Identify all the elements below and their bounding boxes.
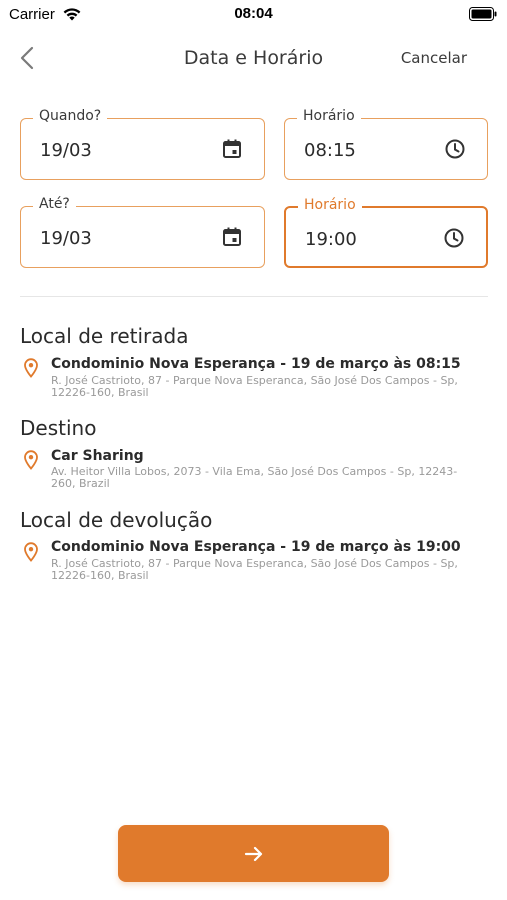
arrow-right-icon	[244, 846, 263, 862]
nav-bar: Data e Horário Cancelar	[0, 36, 507, 80]
field-label: Até?	[33, 196, 76, 212]
map-pin-icon	[24, 542, 38, 562]
pickup-place-address: R. José Castrioto, 87 - Parque Nova Espe…	[51, 374, 458, 399]
map-pin-icon	[24, 358, 38, 378]
screen: Carrier 08:04 Data e Horário Cancelar Qu…	[0, 0, 507, 900]
pickup-section-title: Local de retirada	[20, 324, 189, 348]
map-pin-icon	[24, 450, 38, 470]
cancel-button[interactable]: Cancelar	[401, 49, 467, 67]
next-button[interactable]	[118, 825, 389, 882]
field-label: Quando?	[33, 108, 108, 124]
clock-icon	[444, 228, 464, 248]
back-button[interactable]	[14, 44, 42, 72]
return-place-name: Condominio Nova Esperança - 19 de março …	[51, 539, 461, 555]
status-time: 08:04	[234, 5, 273, 22]
field-value: 19/03	[40, 228, 92, 249]
destination-place-address: Av. Heitor Villa Lobos, 2073 - Vila Ema,…	[51, 465, 458, 490]
status-bar: Carrier 08:04	[0, 0, 507, 28]
start-date-field[interactable]: Quando? 19/03	[20, 108, 265, 180]
return-place-address: R. José Castrioto, 87 - Parque Nova Espe…	[51, 557, 458, 582]
start-time-field[interactable]: Horário 08:15	[284, 108, 488, 180]
divider	[20, 296, 488, 297]
field-value: 19:00	[305, 229, 357, 250]
end-time-field[interactable]: Horário 19:00	[284, 197, 488, 268]
field-value: 08:15	[304, 140, 356, 161]
clock-icon	[445, 139, 465, 159]
destination-place-name: Car Sharing	[51, 448, 144, 464]
pickup-place-name: Condominio Nova Esperança - 19 de março …	[51, 356, 461, 372]
chevron-left-icon	[20, 46, 34, 70]
field-label: Horário	[297, 108, 361, 124]
end-date-field[interactable]: Até? 19/03	[20, 196, 265, 268]
field-value: 19/03	[40, 140, 92, 161]
calendar-icon	[223, 139, 241, 158]
return-section-title: Local de devolução	[20, 508, 213, 532]
field-label: Horário	[298, 197, 362, 213]
calendar-icon	[223, 227, 241, 246]
destination-section-title: Destino	[20, 416, 97, 440]
battery-icon	[469, 7, 497, 21]
